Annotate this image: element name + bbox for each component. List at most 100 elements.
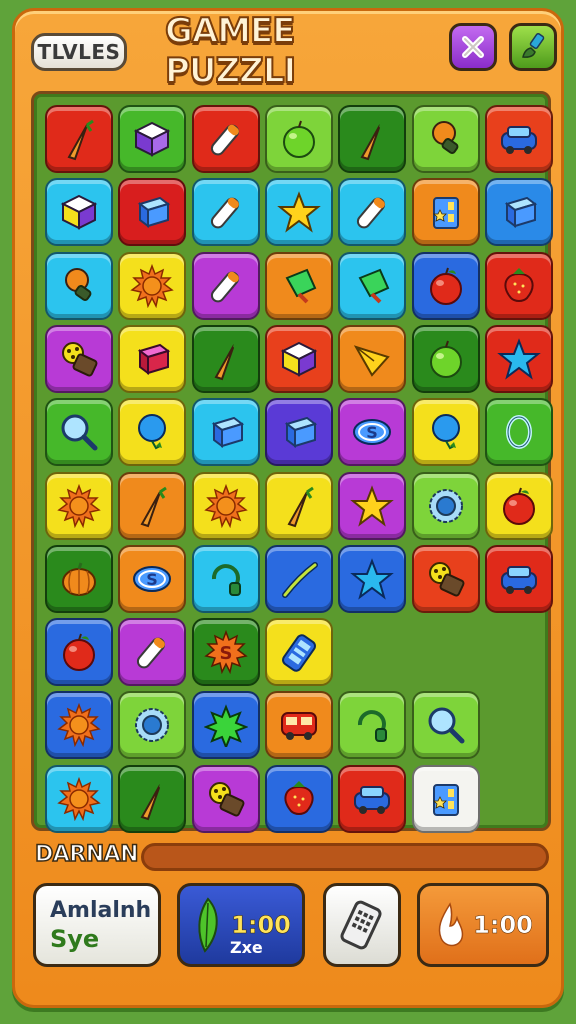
tile-car[interactable]	[484, 544, 553, 613]
carrot-icon	[214, 339, 241, 381]
cookie-icon	[62, 341, 98, 377]
tile-star-green[interactable]	[191, 691, 260, 760]
tiles-button[interactable]: TLVLES	[31, 33, 127, 71]
tile-strawberry[interactable]	[484, 251, 553, 320]
tile-box-blue[interactable]	[484, 178, 553, 247]
tile-apple-red[interactable]	[45, 618, 113, 687]
tile-carrot[interactable]	[191, 324, 260, 393]
balloon-icon	[138, 414, 167, 450]
phone-icon	[340, 900, 382, 950]
tile-magnifier[interactable]	[411, 691, 480, 760]
tile-coin-s[interactable]: S	[338, 398, 407, 467]
tile-cookie[interactable]	[45, 324, 113, 393]
tile-box-blue-star[interactable]	[411, 764, 480, 833]
close-button[interactable]	[449, 23, 497, 71]
tool-button[interactable]	[323, 883, 401, 967]
tile-gear[interactable]	[411, 471, 480, 540]
mode-label-secondary: Sye	[50, 925, 100, 953]
cube-white-icon	[60, 195, 98, 230]
tile-stick[interactable]	[264, 544, 333, 613]
tile-tube[interactable]	[118, 618, 187, 687]
tile-tube[interactable]	[191, 251, 260, 320]
tile-lollipop[interactable]	[411, 105, 480, 173]
tile-carrot[interactable]	[118, 764, 187, 833]
top-bar: TLVLES GAMEE PUZZLI	[15, 10, 561, 92]
tile-kite[interactable]	[338, 324, 407, 393]
tile-apple-red[interactable]	[484, 471, 553, 540]
box-blue-icon	[211, 417, 244, 449]
box-red-icon	[138, 343, 171, 375]
tile-hook[interactable]	[191, 544, 260, 613]
tile-sun[interactable]	[191, 471, 260, 540]
gem-green-icon	[358, 268, 390, 304]
tile-box-blue-star[interactable]	[411, 178, 480, 247]
tile-tube[interactable]	[191, 178, 260, 247]
tile-carrot[interactable]	[264, 471, 333, 540]
carrot-icon	[67, 119, 94, 161]
tile-sun[interactable]	[118, 251, 187, 320]
tile-sun[interactable]	[45, 764, 113, 833]
tile-apple-red[interactable]	[411, 251, 480, 320]
phone-icon	[281, 634, 316, 672]
tile-balloon[interactable]	[118, 398, 187, 467]
tile-cookie[interactable]	[411, 544, 480, 613]
tile-star-blue[interactable]	[338, 544, 407, 613]
tile-carrot[interactable]	[45, 105, 113, 173]
sun-icon	[130, 263, 175, 308]
tile-sun[interactable]	[45, 691, 113, 760]
svg-text:S: S	[147, 570, 159, 589]
tile-tube[interactable]	[191, 105, 260, 173]
tube-icon	[137, 637, 166, 669]
box-blue-icon	[284, 417, 318, 449]
tile-magnifier[interactable]	[45, 398, 113, 467]
tile-ring[interactable]	[484, 398, 553, 467]
tile-strawberry[interactable]	[264, 764, 333, 833]
tile-gem-green[interactable]	[338, 251, 407, 320]
tile-balloon[interactable]	[411, 398, 480, 467]
tile-car[interactable]	[484, 105, 553, 173]
tile-pumpkin[interactable]	[45, 544, 113, 613]
tile-cube-white[interactable]	[264, 324, 333, 393]
timer-button[interactable]: 1:00 Zxe	[177, 883, 305, 967]
tube-icon	[210, 271, 239, 303]
tile-car[interactable]	[338, 764, 407, 833]
tile-star-yellow[interactable]	[264, 178, 333, 247]
tile-coin-s[interactable]: S	[118, 544, 187, 613]
tile-sun[interactable]	[45, 471, 113, 540]
tile-star-yellow[interactable]	[338, 471, 407, 540]
star-green-icon	[203, 704, 248, 748]
brush-button[interactable]	[509, 23, 557, 71]
tile-box-blue[interactable]	[264, 398, 333, 467]
gear-icon	[135, 708, 170, 743]
tile-gear[interactable]	[118, 691, 187, 760]
carrot-icon	[140, 486, 168, 527]
tile-hook[interactable]	[338, 691, 407, 760]
tile-lollipop[interactable]	[45, 251, 113, 320]
time-button[interactable]: 1:00	[417, 883, 549, 967]
tile-star-blue[interactable]	[484, 324, 553, 393]
lollipop-icon	[431, 121, 458, 154]
tile-apple-green[interactable]	[411, 324, 480, 393]
pumpkin-icon	[62, 562, 96, 596]
tile-box-blue[interactable]	[191, 398, 260, 467]
tile-cookie[interactable]	[191, 764, 260, 833]
tube-icon	[210, 197, 239, 229]
tile-phone[interactable]	[264, 618, 333, 687]
tile-carrot[interactable]	[118, 471, 187, 540]
cookie-icon	[428, 561, 464, 597]
tile-box-red[interactable]	[118, 324, 187, 393]
tile-cube-white[interactable]	[45, 178, 113, 247]
tile-cube-purple[interactable]	[118, 105, 187, 173]
tile-carrot[interactable]	[338, 105, 407, 173]
tile-apple-green[interactable]	[264, 105, 333, 173]
star-yellow-icon	[277, 191, 321, 233]
mode-button[interactable]: Amlalnh Sye	[33, 883, 161, 967]
tile-sun-s[interactable]: S	[191, 618, 260, 687]
tile-tube[interactable]	[338, 178, 407, 247]
tile-bus[interactable]	[264, 691, 333, 760]
sun-icon	[203, 483, 248, 528]
coin-s-icon: S	[133, 565, 172, 592]
tile-gem-green[interactable]	[264, 251, 333, 320]
tile-box-blue[interactable]	[118, 178, 187, 247]
star-blue-icon	[350, 558, 394, 600]
